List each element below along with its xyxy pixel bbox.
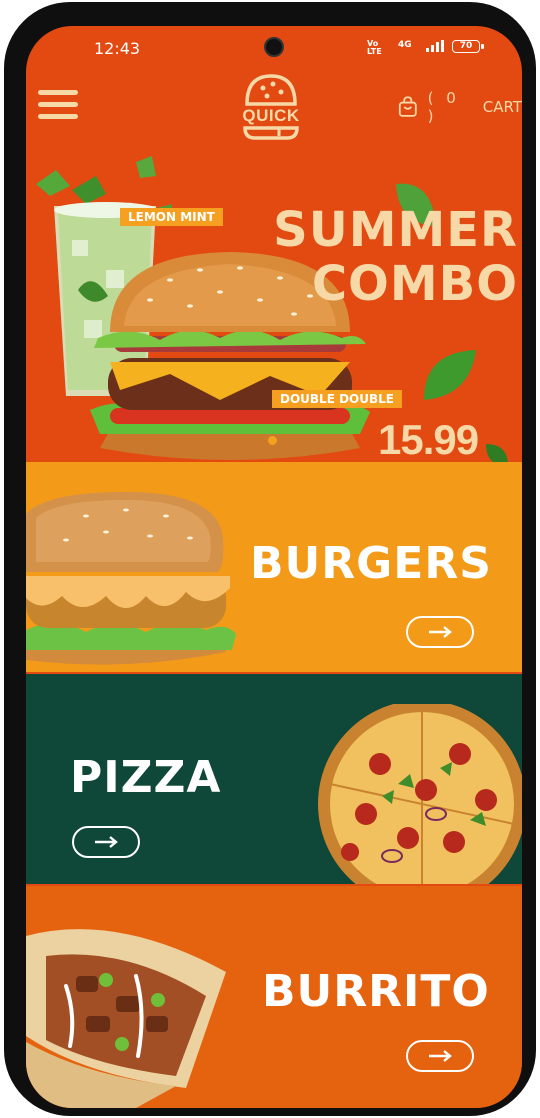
category-title-burgers: BURGERS: [250, 538, 492, 589]
front-camera: [264, 37, 284, 57]
phone-frame: 12:43 Vo LTE 4G 70 QUICK (0) CART LEMO…: [4, 2, 536, 1116]
shopping-bag-icon: [398, 96, 417, 117]
pizza-image: [318, 704, 522, 884]
burrito-image: [26, 929, 226, 1108]
cart-count: ( 0 ): [427, 89, 460, 125]
cart-label: CART: [482, 98, 522, 116]
promo-banner[interactable]: LEMON MINT DOUBLE DOUBLE SUMMER COMBO 15…: [26, 150, 522, 466]
tag-lemon-mint: LEMON MINT: [120, 208, 223, 226]
category-burrito[interactable]: BURRITO: [26, 886, 522, 1108]
app-screen: 12:43 Vo LTE 4G 70 QUICK (0) CART LEMO…: [26, 26, 522, 1108]
arrow-right-icon: [429, 1050, 452, 1062]
network-type-bottom: LTE: [367, 47, 382, 56]
status-bar: 12:43 Vo LTE 4G 70: [26, 26, 522, 72]
signal-label: 4G: [398, 40, 412, 50]
promo-title-line1: SUMMER: [273, 202, 518, 258]
arrow-right-icon: [429, 626, 452, 638]
logo-text: QUICK: [242, 106, 300, 125]
tag-double-double: DOUBLE DOUBLE: [272, 390, 402, 408]
arrow-right-icon: [95, 836, 118, 848]
category-title-pizza: PIZZA: [70, 752, 222, 803]
carousel-indicator[interactable]: [268, 436, 277, 445]
category-burgers[interactable]: BURGERS: [26, 462, 522, 672]
promo-price: 15.99: [378, 416, 479, 463]
hamburger-menu-icon[interactable]: [36, 86, 80, 124]
battery-level: 70: [459, 41, 473, 51]
status-time: 12:43: [94, 39, 141, 58]
arrow-button-pizza[interactable]: [72, 826, 140, 858]
mint-leaf-icon: [424, 350, 476, 400]
burger-image: [26, 492, 236, 665]
brand-logo[interactable]: QUICK: [239, 70, 303, 142]
signal-bars-icon: [426, 40, 444, 52]
network-type: Vo LTE: [367, 40, 382, 56]
promo-title: SUMMER COMBO: [248, 203, 518, 311]
category-title-burrito: BURRITO: [262, 966, 490, 1017]
arrow-button-burgers[interactable]: [406, 616, 474, 648]
promo-title-line2: COMBO: [311, 256, 518, 312]
arrow-button-burrito[interactable]: [406, 1040, 474, 1072]
battery-icon: 70: [452, 40, 484, 53]
category-pizza[interactable]: PIZZA: [26, 674, 522, 884]
cart-button[interactable]: ( 0 ) CART: [398, 89, 522, 125]
